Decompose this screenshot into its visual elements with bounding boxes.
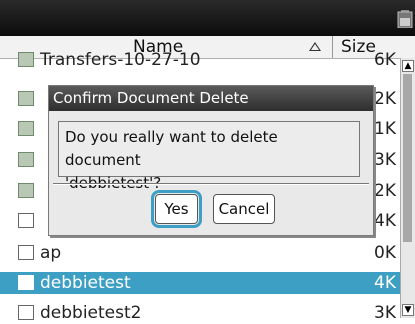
dialog-title-bar: Confirm Document Delete [49, 86, 373, 111]
scrollbar-thumb[interactable] [403, 74, 412, 242]
document-icon [18, 275, 34, 290]
folder-icon [18, 152, 34, 167]
battery-icon [397, 10, 413, 28]
folder-icon [18, 121, 34, 136]
file-name: ap [40, 243, 62, 263]
file-size: 3K [374, 150, 396, 170]
file-name: Transfers-10-27-10 [40, 50, 201, 70]
file-size: 4K [374, 273, 396, 293]
file-size: 3K [374, 303, 396, 323]
dialog-title: Confirm Document Delete [53, 89, 249, 107]
file-name: debbietest2 [40, 303, 142, 323]
top-bar [0, 0, 415, 36]
folder-icon [18, 52, 34, 67]
scroll-down-button[interactable]: ▼ [402, 304, 414, 316]
file-size: 2K [374, 181, 396, 201]
folder-icon [18, 91, 34, 106]
document-icon [18, 213, 34, 228]
file-size: 1K [374, 119, 396, 139]
folder-icon [18, 183, 34, 198]
yes-button[interactable]: Yes [151, 190, 202, 228]
cancel-button[interactable]: Cancel [213, 194, 275, 224]
confirm-delete-dialog: Confirm Document Delete Do you really wa… [48, 85, 374, 236]
vertical-scrollbar[interactable]: ▲ ▼ [400, 58, 415, 318]
list-item[interactable]: Transfers-10-27-10 6K [0, 49, 400, 71]
dialog-divider [53, 183, 369, 185]
scroll-up-button[interactable]: ▲ [402, 60, 414, 72]
list-item[interactable]: ap 0K [0, 242, 400, 264]
file-size: 4K [374, 211, 396, 231]
list-item[interactable]: debbietest2 3K [0, 302, 400, 324]
file-size: 2K [374, 89, 396, 109]
file-name: debbietest [40, 273, 131, 293]
dialog-message-line1: Do you really want to delete document [65, 128, 278, 169]
document-icon [18, 245, 34, 260]
file-size: 0K [374, 243, 396, 263]
dialog-message: Do you really want to delete document 'd… [58, 121, 360, 192]
list-item-selected[interactable]: debbietest 4K [0, 272, 400, 294]
file-size: 6K [374, 50, 396, 70]
